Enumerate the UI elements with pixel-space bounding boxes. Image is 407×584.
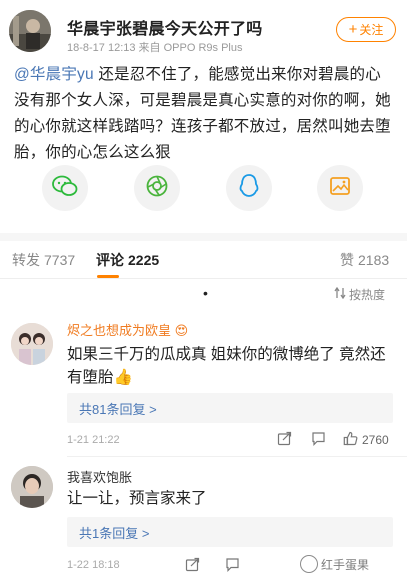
follow-label: 关注 — [359, 23, 384, 37]
tab-likes[interactable]: 赞 2183 — [340, 250, 389, 270]
replies-link[interactable]: 共81条回复 > — [67, 393, 393, 423]
dot-marker: • — [203, 285, 208, 301]
mention-link[interactable]: @华晨宇yu — [14, 66, 94, 83]
share-comment-button[interactable] — [185, 557, 200, 575]
post-meta: 18-8-17 12:13 来自 OPPO R9s Plus — [67, 42, 243, 54]
comment-time: 1-21 21:22 — [67, 434, 120, 446]
active-tab-indicator — [97, 275, 119, 278]
watermark-icon — [300, 555, 318, 573]
stats-tabs: 转发 7737 评论 2225 赞 2183 — [0, 241, 407, 279]
comment-text: 如果三千万的瓜成真 姐妹你的微博绝了 竟然还有堕胎👍 — [67, 346, 386, 386]
share-row — [0, 162, 407, 216]
replies-link[interactable]: 共1条回复 > — [67, 517, 393, 547]
comment-count: 2225 — [128, 252, 160, 268]
comment-time: 1-22 18:18 — [67, 559, 120, 571]
watermark-text: 红手蛋果 — [321, 557, 370, 572]
like-count: 2760 — [362, 433, 389, 447]
section-divider — [0, 233, 407, 241]
plus-icon: + — [348, 21, 358, 38]
tab-repost[interactable]: 转发 7737 — [12, 250, 75, 270]
album-icon — [329, 175, 351, 202]
like-count: 2183 — [358, 252, 390, 268]
comment-text: 让一让，预言家来了 — [67, 490, 207, 507]
qq-share-button[interactable] — [226, 165, 272, 211]
moments-icon — [145, 174, 169, 203]
watermark: 红手蛋果 — [300, 555, 369, 573]
sort-row: • 按热度 — [0, 279, 407, 309]
moments-share-button[interactable] — [134, 165, 180, 211]
repost-label: 转发 — [12, 252, 40, 268]
wechat-share-button[interactable] — [42, 165, 88, 211]
share-comment-button[interactable] — [277, 431, 292, 449]
author-avatar[interactable] — [9, 10, 51, 52]
commenter-name[interactable]: 我喜欢饱胀 — [67, 467, 132, 486]
comment-divider — [67, 456, 407, 457]
comment-item: 烬之也想成为欧皇 😍 如果三千万的瓜成真 姐妹你的微博绝了 竟然还有堕胎👍 共8… — [0, 309, 407, 459]
commenter-name[interactable]: 烬之也想成为欧皇 😍 — [67, 320, 188, 339]
comment-label: 评论 — [96, 252, 124, 268]
share-icon — [277, 431, 292, 449]
thumbs-up-icon — [343, 431, 358, 449]
share-icon — [185, 557, 200, 575]
wechat-icon — [52, 175, 78, 202]
emoji-badge: 😍 — [174, 323, 189, 338]
commenter-avatar[interactable] — [11, 466, 53, 508]
sort-label: 按热度 — [349, 288, 386, 302]
reply-comment-button[interactable] — [311, 431, 326, 449]
post-title[interactable]: 华晨宇张碧晨今天公开了吗 — [67, 15, 263, 39]
post-body: @华晨宇yu 还是忍不住了，能感觉出来你对碧晨的心没有那个女人深，可是碧晨是真心… — [14, 62, 396, 166]
comment-icon — [311, 431, 326, 449]
follow-button[interactable]: + 关注 — [336, 17, 396, 42]
album-share-button[interactable] — [317, 165, 363, 211]
tab-comments[interactable]: 评论 2225 — [96, 250, 159, 270]
repost-count: 7737 — [44, 252, 76, 268]
sort-icon — [334, 286, 349, 302]
like-comment-button[interactable]: 2760 — [343, 431, 389, 449]
reply-comment-button[interactable] — [225, 557, 240, 575]
commenter-avatar[interactable] — [11, 323, 53, 365]
sort-button[interactable]: 按热度 — [334, 286, 385, 303]
comment-icon — [225, 557, 240, 575]
qq-icon — [238, 173, 260, 204]
like-label: 赞 — [340, 252, 354, 268]
post-header: 华晨宇张碧晨今天公开了吗 18-8-17 12:13 来自 OPPO R9s P… — [0, 0, 407, 62]
